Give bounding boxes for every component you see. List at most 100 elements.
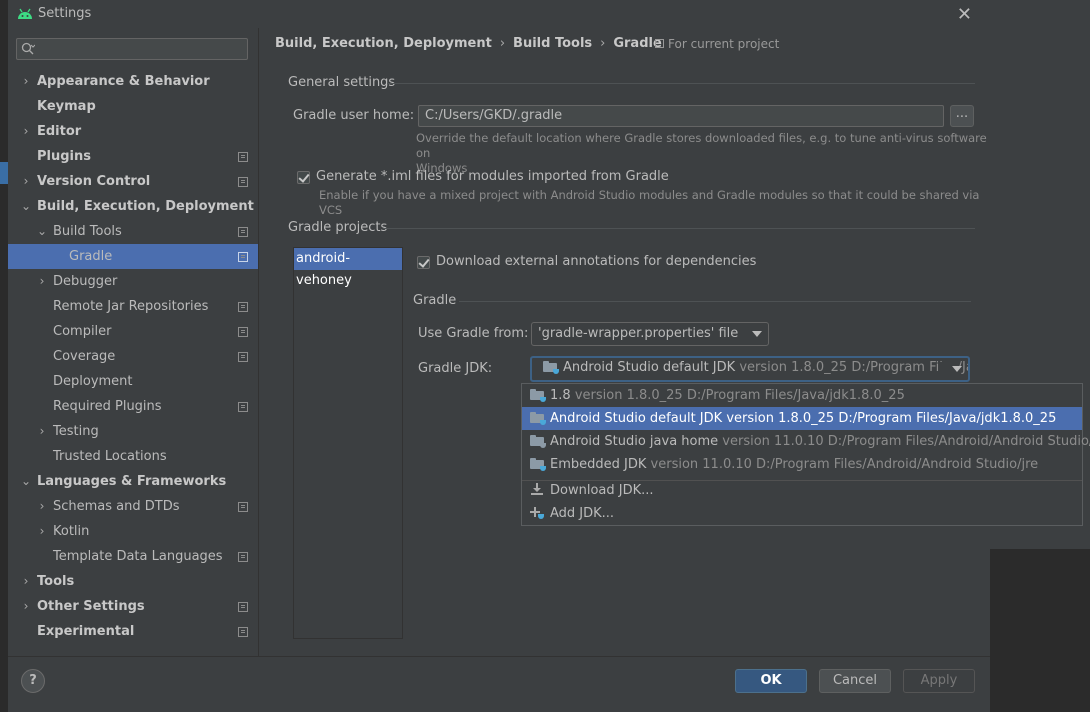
use-gradle-from-dropdown[interactable]: 'gradle-wrapper.properties' file: [531, 322, 769, 346]
chevron-down-icon[interactable]: ⌄: [21, 194, 31, 219]
jdk-option-selected[interactable]: Android Studio default JDK version 1.8.0…: [522, 407, 1082, 430]
jdk-option-name: Android Studio java home: [550, 434, 719, 449]
sidebar-item-plugins[interactable]: Plugins: [8, 144, 258, 169]
sidebar-item-compiler[interactable]: Compiler: [8, 319, 258, 344]
sidebar-item-tools[interactable]: › Tools: [8, 569, 258, 594]
sidebar-item-build-tools[interactable]: ⌄ Build Tools: [8, 219, 258, 244]
sidebar-item-label: Required Plugins: [53, 399, 162, 414]
apply-button[interactable]: Apply: [903, 669, 975, 693]
download-icon: [530, 483, 544, 495]
close-icon[interactable]: ✕: [957, 4, 972, 25]
dropdown-value-name: Android Studio default JDK: [563, 360, 736, 375]
sidebar-item-label: Editor: [37, 124, 82, 139]
dropdown-value: 'gradle-wrapper.properties' file: [538, 326, 739, 341]
jdk-folder-icon: [530, 435, 546, 448]
sidebar-item-label: Build, Execution, Deployment: [37, 199, 254, 214]
general-settings-title: General settings: [288, 75, 396, 90]
browse-button[interactable]: ...: [950, 105, 974, 127]
sidebar-item-label: Gradle: [69, 249, 113, 264]
background-left-strip: [0, 549, 8, 711]
gradle-user-home-field[interactable]: C:/Users/GKD/.gradle: [418, 105, 944, 127]
download-jdk-label: Download JDK...: [550, 483, 654, 498]
project-settings-icon: [238, 177, 248, 187]
sidebar-item-trusted-locations[interactable]: Trusted Locations: [8, 444, 258, 469]
add-icon: [530, 506, 544, 519]
gradle-section-title: Gradle: [413, 293, 457, 308]
chevron-right-icon[interactable]: ›: [21, 169, 31, 194]
sidebar-item-label: Version Control: [37, 174, 151, 189]
search-input[interactable]: [39, 40, 243, 60]
jdk-option[interactable]: 1.8 version 1.8.0_25 D:/Program Files/Ja…: [522, 384, 1082, 407]
download-jdk-item[interactable]: Download JDK...: [522, 479, 1082, 502]
sidebar-item-build-execution-deployment[interactable]: ⌄ Build, Execution, Deployment: [8, 194, 258, 219]
sidebar-item-remote-jar-repositories[interactable]: Remote Jar Repositories: [8, 294, 258, 319]
jdk-option-name: Embedded JDK: [550, 457, 647, 472]
sidebar-item-gradle[interactable]: Gradle: [8, 244, 258, 269]
jdk-folder-icon: [543, 361, 559, 374]
sidebar-item-editor[interactable]: › Editor: [8, 119, 258, 144]
sidebar-item-experimental[interactable]: Experimental: [8, 619, 258, 644]
background-window-right: [990, 0, 1090, 711]
ok-button[interactable]: OK: [735, 669, 807, 693]
sidebar-item-label: Plugins: [37, 149, 91, 164]
gradle-jdk-dropdown[interactable]: Android Studio default JDK version 1.8.0…: [530, 356, 970, 382]
section-divider: [387, 83, 975, 84]
chevron-down-icon: [952, 366, 962, 372]
sidebar-item-version-control[interactable]: › Version Control: [8, 169, 258, 194]
sidebar-item-schemas-dtds[interactable]: › Schemas and DTDs: [8, 494, 258, 519]
breadcrumb-item[interactable]: Build, Execution, Deployment: [275, 36, 492, 51]
sidebar-item-label: Testing: [53, 424, 99, 439]
chevron-right-icon[interactable]: ›: [37, 494, 47, 519]
help-button[interactable]: ?: [21, 669, 45, 693]
section-divider: [383, 228, 975, 229]
sidebar-item-label: Build Tools: [53, 224, 122, 239]
sidebar-item-keymap[interactable]: Keymap: [8, 94, 258, 119]
add-jdk-item[interactable]: Add JDK...: [522, 502, 1082, 525]
jdk-option[interactable]: Embedded JDK version 11.0.10 D:/Program …: [522, 453, 1082, 476]
sidebar-item-template-data-languages[interactable]: Template Data Languages: [8, 544, 258, 569]
sidebar-item-coverage[interactable]: Coverage: [8, 344, 258, 369]
chevron-right-icon[interactable]: ›: [21, 119, 31, 144]
chevron-right-icon[interactable]: ›: [21, 569, 31, 594]
list-item[interactable]: android-vehoney: [294, 248, 402, 288]
chevron-right-icon[interactable]: ›: [21, 69, 31, 94]
sidebar-item-label: Kotlin: [53, 524, 90, 539]
sidebar-item-appearance-behavior[interactable]: › Appearance & Behavior: [8, 69, 258, 94]
chevron-right-icon[interactable]: ›: [37, 269, 47, 294]
title-bar: Settings ✕: [8, 0, 990, 28]
search-field[interactable]: [16, 38, 248, 60]
generate-iml-checkbox[interactable]: [297, 171, 310, 184]
chevron-right-icon[interactable]: ›: [37, 419, 47, 444]
sidebar-item-debugger[interactable]: › Debugger: [8, 269, 258, 294]
generate-iml-label: Generate *.iml files for modules importe…: [316, 169, 669, 184]
sidebar-item-label: Trusted Locations: [53, 449, 167, 464]
chevron-down-icon[interactable]: ⌄: [37, 219, 47, 244]
breadcrumb-item[interactable]: Build Tools: [513, 36, 592, 51]
jdk-folder-icon: [530, 412, 546, 425]
project-scope-icon: [655, 39, 664, 48]
sidebar-item-label: Coverage: [53, 349, 116, 364]
jdk-dropdown-popup: 1.8 version 1.8.0_25 D:/Program Files/Ja…: [521, 383, 1090, 526]
chevron-right-icon[interactable]: ›: [21, 594, 31, 619]
sidebar-item-languages-frameworks[interactable]: ⌄ Languages & Frameworks: [8, 469, 258, 494]
project-settings-icon: [238, 602, 248, 612]
sidebar-item-required-plugins[interactable]: Required Plugins: [8, 394, 258, 419]
project-settings-icon: [238, 302, 248, 312]
download-annotations-checkbox[interactable]: [417, 256, 430, 269]
cancel-button[interactable]: Cancel: [819, 669, 891, 693]
jdk-option-name: 1.8: [550, 388, 571, 403]
gradle-user-home-label: Gradle user home:: [293, 108, 415, 123]
chevron-right-icon[interactable]: ›: [37, 519, 47, 544]
chevron-down-icon[interactable]: ⌄: [21, 469, 31, 494]
search-icon: [21, 42, 36, 60]
sidebar-item-other-settings[interactable]: › Other Settings: [8, 594, 258, 619]
jdk-option-detail: version 11.0.10 D:/Program Files/Android…: [650, 457, 1039, 472]
jdk-option[interactable]: Android Studio java home version 11.0.10…: [522, 430, 1090, 453]
sidebar-item-testing[interactable]: › Testing: [8, 419, 258, 444]
sidebar-item-deployment[interactable]: Deployment: [8, 369, 258, 394]
sidebar-item-label: Compiler: [53, 324, 112, 339]
gradle-projects-list[interactable]: android-vehoney: [293, 247, 403, 639]
sidebar-item-kotlin[interactable]: › Kotlin: [8, 519, 258, 544]
breadcrumb-separator: ›: [499, 36, 506, 51]
sidebar-item-label: Deployment: [53, 374, 133, 389]
